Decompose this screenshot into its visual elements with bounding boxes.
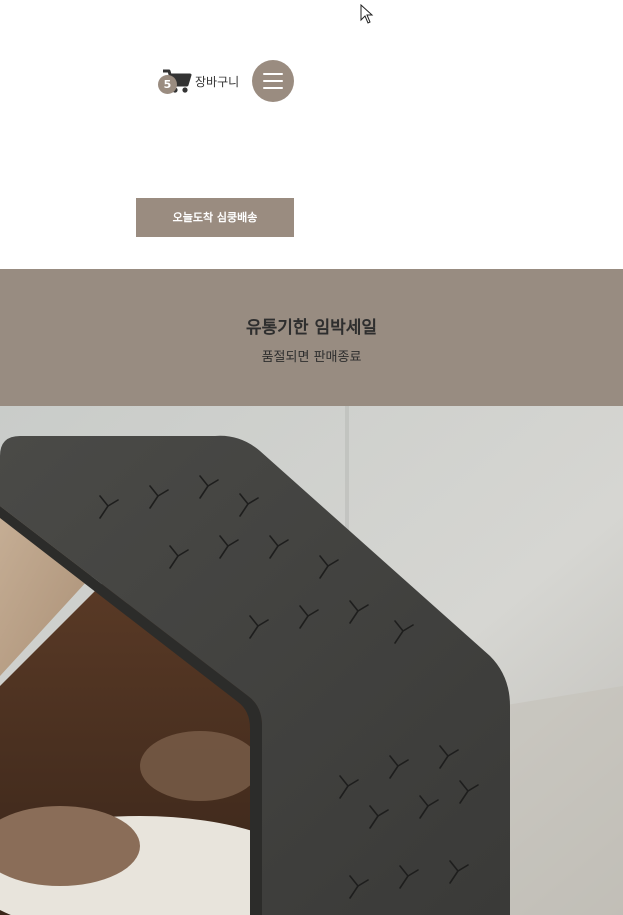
cart-count-badge: 5 (158, 75, 177, 94)
banner-subtitle: 품절되면 판매종료 (261, 350, 362, 365)
cart-label: 장바구니 (195, 74, 240, 89)
mouse-cursor-icon (360, 4, 374, 24)
site-header: 5 장바구니 오늘도착 심쿵배송 (0, 0, 623, 269)
sale-banner: 유통기한 임박세일 품절되면 판매종료 (0, 269, 623, 406)
menu-line-icon (263, 87, 283, 89)
banner-title: 유통기한 임박세일 (245, 318, 378, 338)
menu-line-icon (263, 80, 283, 82)
promo-delivery-button[interactable]: 오늘도착 심쿵배송 (136, 198, 294, 237)
hamburger-menu-button[interactable] (252, 60, 294, 102)
cart-icon-wrap: 5 (158, 66, 192, 96)
product-photo[interactable] (0, 406, 623, 915)
cart-button[interactable]: 5 장바구니 (158, 66, 239, 96)
pet-house-image (0, 406, 623, 915)
menu-line-icon (263, 73, 283, 75)
